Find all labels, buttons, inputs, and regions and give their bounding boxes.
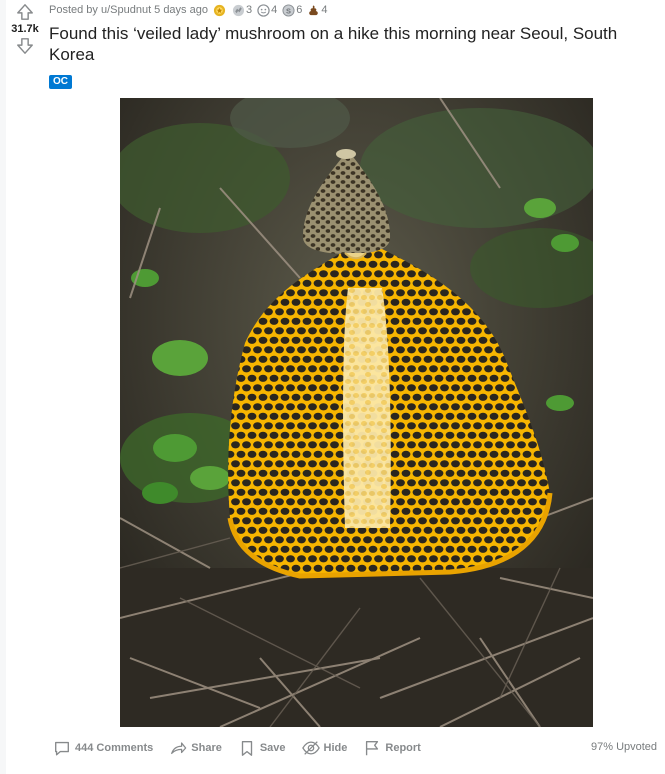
- save-label: Save: [259, 742, 286, 754]
- post-title[interactable]: Found this ‘veiled lady’ mushroom on a h…: [49, 23, 649, 65]
- award-silver[interactable]: S 6: [282, 3, 303, 17]
- arrow-down-icon: [17, 38, 33, 54]
- wholesome-award-icon: [257, 3, 270, 17]
- award-poop[interactable]: 4: [307, 4, 327, 17]
- hide-button[interactable]: Hide: [301, 738, 348, 758]
- left-gutter: [0, 0, 6, 774]
- award-gold[interactable]: [213, 4, 227, 17]
- post-meta: Posted by u/Spudnut 5 days ago 3 4 S 6 4: [49, 2, 327, 18]
- share-icon: [168, 738, 188, 758]
- comments-button[interactable]: 444 Comments: [52, 738, 153, 758]
- award-wholesome[interactable]: 4: [257, 3, 278, 17]
- post-flair[interactable]: OC: [49, 75, 72, 89]
- report-button[interactable]: Report: [362, 738, 421, 758]
- award-count: 4: [321, 4, 328, 16]
- flag-icon: [362, 738, 382, 758]
- silver-award-icon: S: [282, 3, 295, 17]
- hide-label: Hide: [323, 742, 348, 754]
- post-actions: 444 Comments Share Save Hide Report: [52, 736, 436, 760]
- arrow-up-icon: [17, 4, 33, 20]
- award-count: 6: [296, 4, 303, 16]
- report-label: Report: [385, 742, 421, 754]
- share-label: Share: [191, 742, 222, 754]
- comments-label: 444 Comments: [75, 742, 154, 754]
- post-time[interactable]: 5 days ago: [154, 4, 208, 16]
- award-count: 4: [271, 4, 278, 16]
- upvote-button[interactable]: [15, 2, 35, 22]
- poop-award-icon: [309, 4, 319, 15]
- award-count: 3: [245, 4, 253, 16]
- comment-icon: [52, 738, 72, 758]
- award-helpful[interactable]: 3: [232, 4, 252, 17]
- veiled-lady-mushroom-photo: [120, 98, 593, 727]
- post-author[interactable]: Posted by u/Spudnut: [49, 4, 151, 16]
- svg-text:S: S: [286, 6, 291, 15]
- post-image[interactable]: [120, 98, 593, 727]
- hide-eye-icon: [301, 738, 321, 758]
- helpful-award-icon: [232, 4, 245, 16]
- bookmark-icon: [237, 738, 257, 758]
- vote-column: 31.7k: [6, 0, 44, 80]
- share-button[interactable]: Share: [168, 738, 222, 758]
- downvote-button[interactable]: [15, 36, 35, 56]
- vote-score: 31.7k: [11, 23, 39, 35]
- gold-award-icon: [213, 4, 226, 16]
- save-button[interactable]: Save: [237, 738, 286, 758]
- upvote-ratio: 97% Upvoted: [591, 741, 658, 753]
